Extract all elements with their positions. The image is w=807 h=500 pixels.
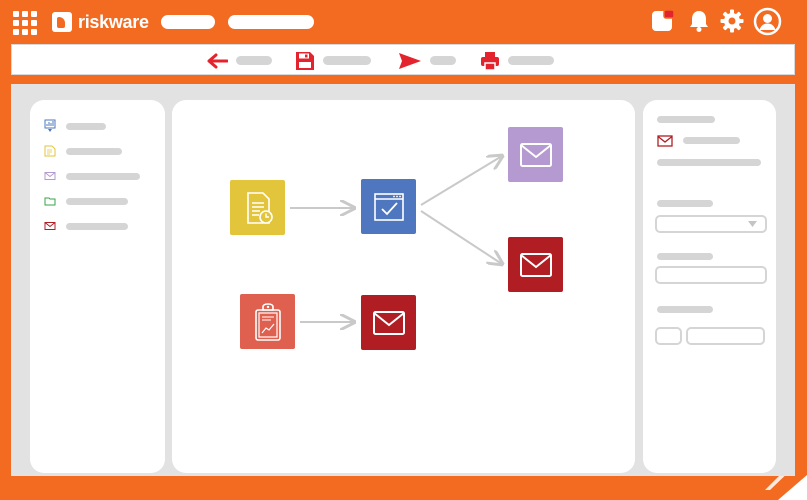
- document-icon: [44, 145, 56, 157]
- top-menu-item-1[interactable]: [161, 15, 215, 29]
- sidebar-label-placeholder: [66, 222, 128, 230]
- property-wide-input[interactable]: [686, 327, 765, 345]
- brand-name: riskware: [78, 11, 149, 32]
- folder-icon: [44, 197, 56, 206]
- notification-badge-icon[interactable]: [650, 8, 676, 34]
- send-button[interactable]: [398, 45, 456, 76]
- logo-icon: [52, 12, 72, 32]
- sidebar-label-placeholder: [66, 122, 106, 130]
- window-check-icon: [373, 192, 404, 221]
- sidebar-label-placeholder: [66, 197, 128, 205]
- send-label-placeholder: [430, 56, 456, 65]
- node-email-lavender[interactable]: [508, 127, 563, 182]
- envelope-icon: [657, 135, 673, 147]
- envelope-icon: [372, 310, 405, 335]
- bell-icon[interactable]: [686, 8, 712, 34]
- properties-description-placeholder: [657, 159, 761, 166]
- action-toolbar: [11, 44, 795, 75]
- node-approval-window[interactable]: [361, 179, 416, 234]
- print-icon: [481, 51, 499, 71]
- node-email-red-top[interactable]: [508, 237, 563, 292]
- back-arrow-icon: [207, 53, 228, 68]
- save-button[interactable]: [295, 45, 371, 76]
- sidebar-item-messages[interactable]: [44, 169, 140, 183]
- user-avatar-icon[interactable]: [753, 7, 782, 36]
- sidebar-item-mail[interactable]: [44, 219, 128, 233]
- chevron-down-icon: [748, 221, 757, 227]
- property-small-input[interactable]: [655, 327, 682, 345]
- connector-approval-to-lavender: [420, 156, 502, 206]
- save-label-placeholder: [323, 56, 371, 65]
- envelope-icon: [519, 142, 552, 167]
- sidebar-label-placeholder: [66, 172, 140, 180]
- field-label-placeholder: [657, 253, 713, 260]
- envelope-icon: [44, 172, 56, 180]
- envelope-icon: [519, 252, 552, 277]
- property-input[interactable]: [655, 266, 767, 284]
- connector-approval-to-red: [420, 210, 502, 264]
- send-icon: [399, 52, 421, 69]
- sidebar: [30, 100, 165, 473]
- top-bar: riskware: [0, 0, 807, 44]
- node-scheduled-document[interactable]: [230, 180, 285, 235]
- properties-subtitle-placeholder: [683, 137, 740, 144]
- workflow-connectors: [290, 100, 635, 473]
- back-label-placeholder: [236, 56, 272, 65]
- app-window: riskware: [0, 0, 807, 500]
- print-label-placeholder: [508, 56, 554, 65]
- field-label-placeholder: [657, 200, 713, 207]
- back-button[interactable]: [206, 45, 272, 76]
- property-select[interactable]: [655, 215, 767, 233]
- sidebar-item-documents[interactable]: [44, 144, 122, 158]
- gear-icon[interactable]: [719, 8, 745, 34]
- properties-title-placeholder: [657, 116, 715, 123]
- save-icon: [296, 51, 314, 70]
- brand-logo[interactable]: riskware: [52, 10, 149, 34]
- document-clock-icon: [246, 191, 273, 224]
- clipboard-icon: [254, 302, 281, 341]
- field-label-placeholder: [657, 306, 713, 313]
- workspace: [11, 84, 795, 476]
- report-icon: [44, 119, 56, 132]
- sidebar-item-reports[interactable]: [44, 119, 106, 133]
- print-button[interactable]: [480, 45, 554, 76]
- apps-grid-icon[interactable]: [13, 11, 37, 35]
- sidebar-item-folders[interactable]: [44, 194, 128, 208]
- properties-panel: [643, 100, 776, 473]
- node-email-red-bottom[interactable]: [361, 295, 416, 350]
- node-clipboard-report[interactable]: [240, 294, 295, 349]
- envelope-icon: [44, 222, 56, 230]
- workflow-canvas: [172, 100, 635, 473]
- sidebar-label-placeholder: [66, 147, 122, 155]
- top-menu-item-2[interactable]: [228, 15, 314, 29]
